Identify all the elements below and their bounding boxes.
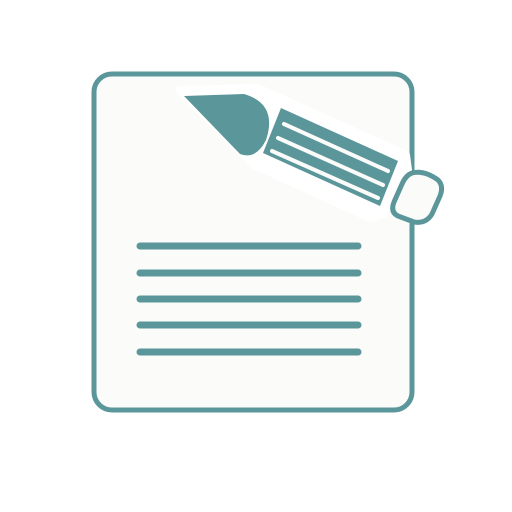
edit-document-icon[interactable]	[0, 0, 512, 512]
icon-canvas	[0, 0, 512, 512]
